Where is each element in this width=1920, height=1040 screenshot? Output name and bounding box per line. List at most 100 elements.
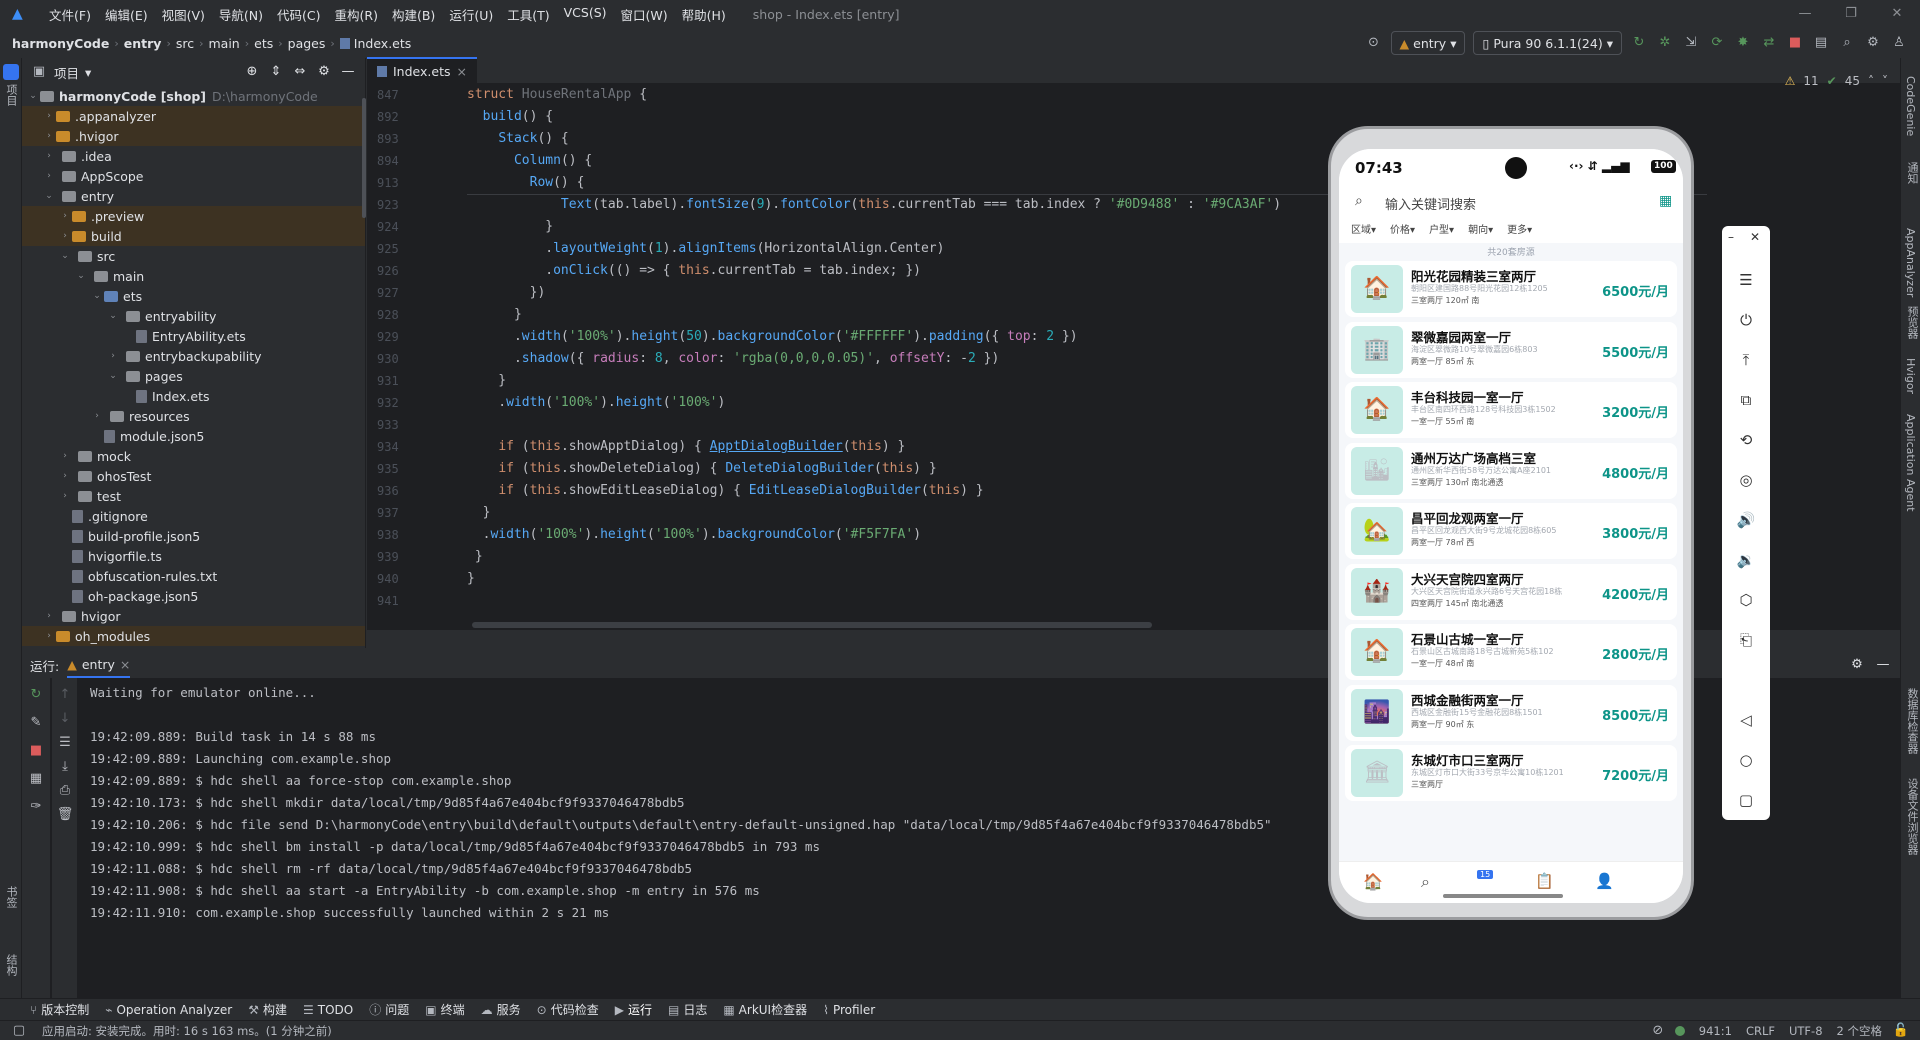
tree-item[interactable]: ⌄ src — [22, 246, 365, 266]
wrench-icon[interactable]: ✎ — [27, 714, 45, 732]
module-selector[interactable]: ▲ entry ▾ — [1390, 31, 1466, 55]
editor-tab[interactable]: Index.ets × — [367, 57, 477, 83]
listing-card[interactable]: 🏙 通州万达广场高档三室 通州区新华西街58号万达公寓A座2101 三室两厅 130㎡… — [1345, 442, 1677, 499]
tree-item[interactable]: › .appanalyzer — [22, 106, 365, 126]
recents-icon[interactable]: ▢ — [1736, 790, 1756, 810]
project-tool-icon[interactable] — [3, 64, 19, 80]
lock-icon[interactable]: 🔓 — [1892, 1022, 1910, 1040]
menu-item[interactable]: 工具(T) — [500, 5, 556, 24]
bottom-tab[interactable]: ▤ 日志 — [668, 1001, 707, 1018]
indent-setting[interactable]: 2 个空格 — [1837, 1023, 1882, 1039]
tree-item[interactable]: › test — [22, 486, 365, 506]
breadcrumb-item[interactable]: main — [209, 36, 240, 51]
home-tab-icon[interactable]: 🏠 — [1363, 872, 1383, 891]
apply-changes-icon[interactable]: ⇄ — [1760, 34, 1778, 52]
tree-item[interactable]: › .hvigor — [22, 126, 365, 146]
minimize-icon[interactable]: — — [1782, 0, 1828, 28]
bookmarks-tool-label[interactable]: 书签 — [3, 886, 19, 908]
bottom-tab[interactable]: ▶ 运行 — [615, 1001, 652, 1018]
right-tool-label[interactable]: 预览器 — [1904, 306, 1920, 339]
console-output[interactable]: Waiting for emulator online... 19:42:09.8… — [90, 682, 1350, 924]
orders-tab-icon[interactable]: 📋 — [1535, 872, 1554, 890]
listing-card[interactable]: 🏠 石景山古城一室一厅 石景山区古城南路18号古城新苑5栋102 一室一厅 48㎡ 南… — [1345, 624, 1677, 680]
listing-card[interactable]: 🏢 翠微嘉园两室一厅 海淀区翠微路10号翠微嘉园6栋803 两室一厅 85㎡ 东 550… — [1345, 321, 1677, 378]
tree-item[interactable]: › resources — [22, 406, 365, 426]
volume-up-icon[interactable]: 🔊 — [1736, 510, 1756, 530]
listing-card[interactable]: 🏠 丰台科技园一室一厅 丰台区南四环西路128号科技园3栋1502 一室一厅 55㎡ … — [1345, 382, 1677, 438]
menu-item[interactable]: VCS(S) — [557, 5, 614, 24]
bottom-tab[interactable]: ⌁ Operation Analyzer — [105, 1003, 232, 1017]
search-tab-icon[interactable]: ⌕ — [1421, 872, 1430, 892]
tree-item[interactable]: › hvigor — [22, 606, 365, 626]
bottom-tab[interactable]: ▦ ArkUI检查器 — [723, 1001, 807, 1018]
bottom-tab[interactable]: ▣ 终端 — [425, 1001, 464, 1018]
restore-icon[interactable]: ❐ — [1828, 0, 1874, 28]
close-window-icon[interactable]: ✕ — [1874, 0, 1920, 28]
line-separator[interactable]: CRLF — [1746, 1024, 1775, 1038]
hide-icon[interactable]: — — [1874, 656, 1892, 674]
tree-item[interactable]: obfuscation-rules.txt — [22, 566, 365, 586]
chevron-up-icon[interactable]: ˄ — [1868, 74, 1874, 88]
right-tool-label[interactable]: Application Agent — [1904, 414, 1917, 512]
settings-icon[interactable]: ⚙ — [1864, 34, 1882, 52]
tree-item[interactable]: .gitignore — [22, 506, 365, 526]
tree-item[interactable]: › .preview — [22, 206, 365, 226]
trash-icon[interactable]: 🗑 — [56, 806, 74, 824]
menu-item[interactable]: 编辑(E) — [98, 5, 155, 24]
profile-icon[interactable]: ✸ — [1734, 34, 1752, 52]
arrow-down-icon[interactable]: ↓ — [56, 710, 74, 728]
bottom-tab[interactable]: ⌇ Profiler — [823, 1003, 875, 1017]
tree-item[interactable]: › .idea — [22, 146, 365, 166]
inspection-widget[interactable]: ⚠ 11 ✔ 45 ˄ ˅ — [1785, 74, 1888, 88]
listing-card[interactable]: 🏛 东城灯市口三室两厅 东城区灯市口大街33号京华公寓10栋1201 三室两厅 7200… — [1345, 745, 1677, 801]
chevron-down-icon[interactable]: ˅ — [1882, 74, 1888, 88]
tree-item[interactable]: ⌄ entry — [22, 186, 365, 206]
bottom-tab[interactable]: ☁ 服务 — [481, 1001, 521, 1018]
gear-icon[interactable]: ⚙ — [315, 63, 333, 81]
right-tool-label[interactable]: AppAnalyzer — [1904, 228, 1917, 297]
tree-item[interactable]: module.json5 — [22, 426, 365, 446]
expand-all-icon[interactable]: ⇕ — [267, 63, 285, 81]
project-tool-label[interactable]: 项目 — [3, 84, 19, 106]
tree-item[interactable]: › mock — [22, 446, 365, 466]
agent-icon[interactable]: ♙ — [1890, 34, 1908, 52]
menu-item[interactable]: 帮助(H) — [675, 5, 733, 24]
menu-icon[interactable]: ☰ — [1736, 270, 1756, 290]
breadcrumb-item[interactable]: entry — [124, 36, 162, 51]
pin-icon[interactable]: ✑ — [27, 798, 45, 816]
profile-tab-icon[interactable]: 👤 — [1595, 872, 1614, 890]
chevron-down-icon[interactable]: ▾ — [85, 65, 91, 80]
menu-item[interactable]: 代码(C) — [270, 5, 327, 24]
back-icon[interactable]: ◁ — [1736, 710, 1756, 730]
breadcrumb-item[interactable]: Index.ets — [354, 36, 412, 51]
listing-card[interactable]: 🏰 大兴天宫院四室两厅 大兴区天宫院街道永兴路6号天宫花园18栋 四室两厅 145㎡ … — [1345, 563, 1677, 620]
tree-item[interactable]: › AppScope — [22, 166, 365, 186]
shake-icon[interactable]: ⬡ — [1736, 590, 1756, 610]
tree-root[interactable]: ⌄ harmonyCode [shop] D:\harmonyCode — [22, 86, 365, 106]
rotate-icon[interactable]: ⟲ — [1736, 430, 1756, 450]
breadcrumb-item[interactable]: ets — [254, 36, 273, 51]
device-manager-icon[interactable]: ▤ — [1812, 34, 1830, 52]
run-icon[interactable]: ↻ — [1630, 34, 1648, 52]
locate-icon[interactable]: ⊕ — [243, 63, 261, 81]
soft-wrap-icon[interactable]: ☰ — [56, 734, 74, 752]
bottom-tab[interactable]: ⊙ 代码检查 — [537, 1001, 599, 1018]
close-tab-icon[interactable]: × — [457, 64, 467, 79]
arrow-up-icon[interactable]: ↑ — [56, 686, 74, 704]
collapse-all-icon[interactable]: ⇔ — [291, 63, 309, 81]
gear-icon[interactable]: ⚙ — [1848, 656, 1866, 674]
tree-item[interactable]: ⌄ pages — [22, 366, 365, 386]
layout-icon[interactable]: ▦ — [27, 770, 45, 788]
listing-card[interactable]: 🌆 西城金融街两室一厅 西城区金融街15号金融花园8栋1501 两室一厅 90㎡ 东8… — [1345, 684, 1677, 741]
bottom-tab[interactable]: ☰ TODO — [303, 1003, 353, 1017]
status-message[interactable]: 应用启动: 安装完成。用时: 16 s 163 ms。(1 分钟之前) — [42, 1023, 332, 1039]
menu-item[interactable]: 视图(V) — [155, 5, 212, 24]
project-view-label[interactable]: 项目 — [54, 63, 79, 82]
volume-down-icon[interactable]: 🔉 — [1736, 550, 1756, 570]
phone-screen[interactable]: 07:43 ‹·› ⇵ ▂▄▆ 100 ⌕ 输入关键词搜索 ▦ 区域▾ 价格▾ 户型… — [1339, 149, 1683, 903]
structure-tool-label[interactable]: 结构 — [3, 954, 19, 976]
breadcrumb-item[interactable]: harmonyCode — [12, 36, 109, 51]
close-emulator-icon[interactable]: ✕ — [1750, 230, 1760, 244]
menu-item[interactable]: 运行(U) — [442, 5, 500, 24]
target-icon[interactable]: ⊙ — [1365, 34, 1383, 52]
